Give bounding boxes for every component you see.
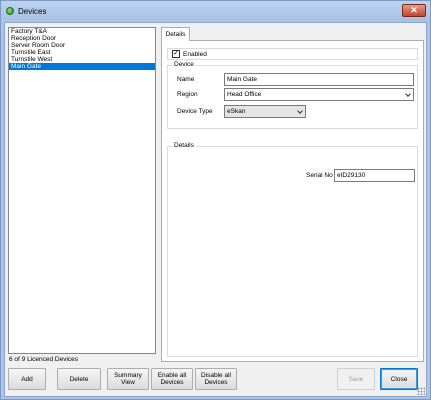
list-item-selected[interactable]: Main Gate (9, 63, 155, 70)
serial-no-label: Serial No (306, 172, 333, 179)
list-item[interactable]: Server Room Door (9, 42, 155, 49)
device-type-label: Device Type (177, 108, 213, 115)
add-button[interactable]: Add (8, 368, 46, 390)
enabled-checkbox[interactable]: ✓ (172, 50, 180, 58)
enable-all-devices-button[interactable]: Enable all Devices (151, 368, 193, 390)
disable-all-devices-button[interactable]: Disable all Devices (195, 368, 237, 390)
close-icon: ✕ (410, 5, 418, 15)
summary-view-button[interactable]: Summary View (107, 368, 149, 390)
region-select[interactable]: Head Office (224, 88, 414, 101)
title-bar[interactable]: Devices ✕ (1, 1, 430, 21)
details-group-label: Details (173, 142, 195, 150)
device-type-value: eSkan (227, 108, 246, 115)
enabled-label: Enabled (183, 51, 207, 58)
region-label: Region (177, 91, 198, 98)
chevron-down-icon (297, 108, 303, 114)
save-button[interactable]: Save (337, 368, 375, 390)
name-label: Name (177, 76, 195, 83)
list-item[interactable]: Reception Door (9, 35, 155, 42)
enabled-row: ✓ Enabled (167, 48, 418, 60)
list-item[interactable]: Factory T&A (9, 28, 155, 35)
region-value: Head Office (227, 91, 262, 98)
devices-window: Devices ✕ Factory T&A Reception Door Ser… (0, 0, 431, 400)
resize-grip[interactable] (417, 387, 425, 395)
tab-details[interactable]: Details (161, 27, 190, 41)
chevron-down-icon (405, 91, 411, 97)
device-group-label: Device (173, 61, 195, 69)
name-field[interactable]: Main Gate (224, 73, 414, 86)
device-group: Device Name Main Gate Region Head Office… (167, 61, 418, 129)
device-type-select[interactable]: eSkan (224, 105, 306, 118)
check-icon: ✓ (173, 50, 179, 57)
details-tab-panel: ✓ Enabled Device Name Main Gate Region H… (161, 40, 424, 362)
details-group: Details Serial No eID29130 (167, 142, 418, 357)
window-title: Devices (18, 7, 47, 16)
window-close-button[interactable]: ✕ (402, 4, 426, 17)
device-list[interactable]: Factory T&A Reception Door Server Room D… (8, 27, 156, 354)
serial-no-field[interactable]: eID29130 (334, 169, 415, 182)
app-icon (6, 7, 14, 15)
dialog-client-area: Factory T&A Reception Door Server Room D… (4, 22, 427, 397)
close-button[interactable]: Close (380, 368, 418, 390)
delete-button[interactable]: Delete (57, 368, 101, 390)
licence-status: 6 of 9 Licenced Devices (9, 356, 79, 363)
list-item[interactable]: Turnstile East (9, 49, 155, 56)
list-item[interactable]: Turnstile West (9, 56, 155, 63)
